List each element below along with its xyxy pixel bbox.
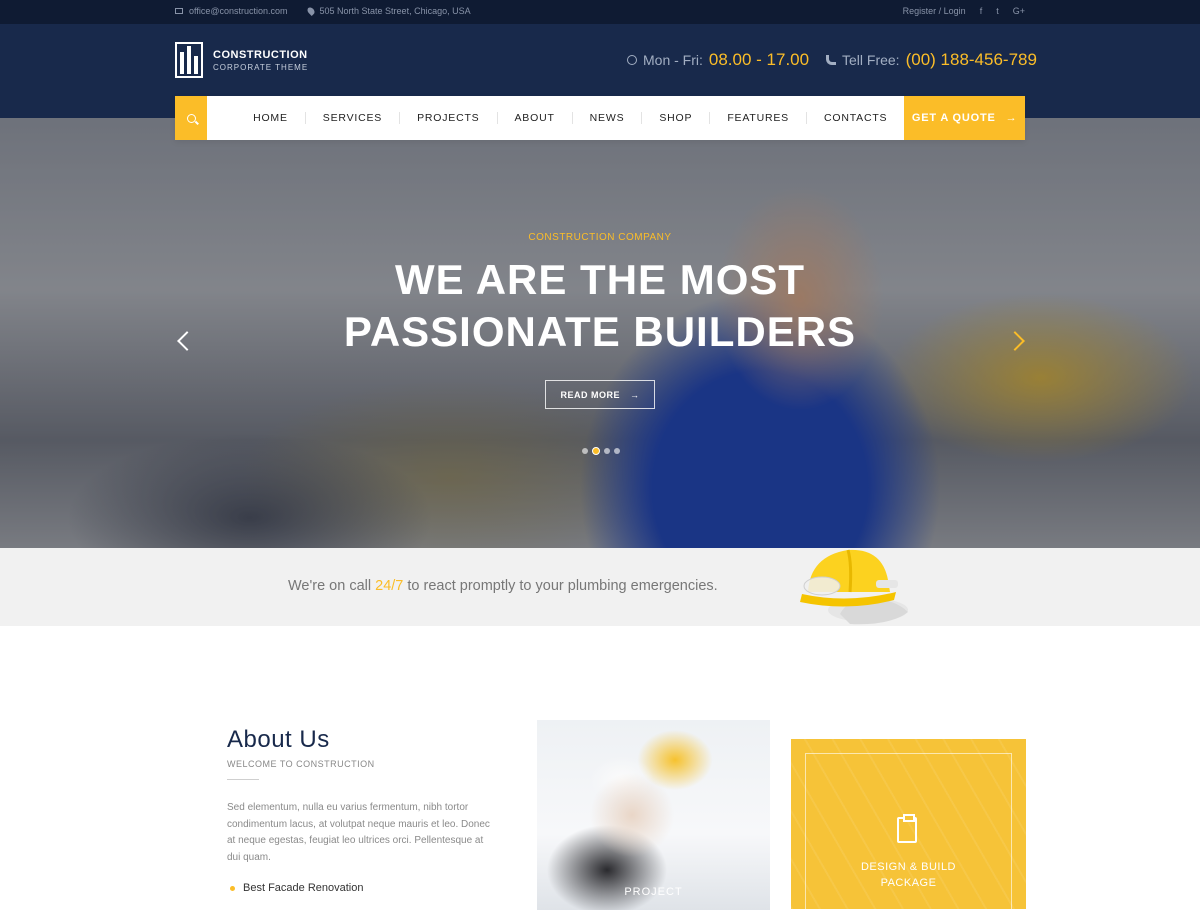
hard-hat-icon	[800, 549, 908, 625]
get-a-quote-button[interactable]: GET A QUOTE →	[904, 96, 1025, 140]
search-icon	[186, 113, 196, 123]
slider-dots	[582, 447, 620, 455]
hero-slider: CONSTRUCTION COMPANY WE ARE THE MOST PAS…	[0, 118, 1200, 548]
address-info: 505 North State Street, Chicago, USA	[305, 6, 471, 16]
read-more-label: READ MORE	[560, 389, 620, 400]
envelope-icon	[175, 8, 183, 14]
nav-item-home[interactable]: HOME	[233, 112, 305, 124]
get-a-quote-label: GET A QUOTE	[911, 112, 996, 124]
nav-item-news[interactable]: NEWS	[571, 112, 642, 124]
clock-icon	[627, 55, 637, 65]
main-navigation: HOME SERVICES PROJECTS ABOUT NEWS SHOP F…	[175, 96, 1025, 140]
arrow-right-icon: →	[1005, 112, 1018, 124]
about-title: About Us	[227, 726, 330, 753]
hours-label: Mon - Fri:	[643, 52, 703, 68]
email-info[interactable]: office@construction.com	[175, 6, 288, 16]
twitter-icon[interactable]: t	[996, 6, 999, 16]
emergency-strip: We're on call 24/7 to react promptly to …	[0, 548, 1200, 626]
list-item: Best Facade Renovation	[230, 882, 363, 894]
slider-dot[interactable]	[582, 448, 588, 454]
register-login-link[interactable]: Register / Login	[903, 6, 966, 16]
nav-item-shop[interactable]: SHOP	[641, 112, 709, 124]
working-hours: Mon - Fri: 08.00 - 17.00	[627, 50, 809, 70]
phone-info: Tell Free: (00) 188-456-789	[826, 50, 1037, 70]
about-subtitle: WELCOME TO CONSTRUCTION	[227, 759, 375, 769]
logo[interactable]: CONSTRUCTION CORPORATE THEME	[175, 42, 308, 78]
read-more-button[interactable]: READ MORE →	[545, 380, 655, 409]
emergency-highlight: 24/7	[375, 578, 404, 594]
phone-value[interactable]: (00) 188-456-789	[906, 50, 1037, 70]
logo-building-icon	[175, 42, 203, 78]
slider-dot[interactable]	[614, 448, 620, 454]
nav-item-about[interactable]: ABOUT	[496, 112, 572, 124]
slider-dot[interactable]	[604, 448, 610, 454]
list-item-label: Best Facade Renovation	[243, 882, 364, 894]
hero-eyebrow: CONSTRUCTION COMPANY	[528, 232, 672, 243]
nav-item-features[interactable]: FEATURES	[709, 112, 806, 124]
nav-item-contacts[interactable]: CONTACTS	[805, 112, 904, 124]
address-text: 505 North State Street, Chicago, USA	[319, 6, 471, 16]
nav-item-services[interactable]: SERVICES	[304, 112, 399, 124]
divider	[227, 779, 259, 780]
email-text[interactable]: office@construction.com	[189, 6, 288, 16]
slider-dot[interactable]	[592, 447, 600, 455]
phone-icon	[826, 55, 836, 65]
project-card[interactable]: PROJECT	[537, 720, 770, 910]
facebook-icon[interactable]: f	[980, 6, 983, 16]
project-card-label: PROJECT	[624, 886, 683, 898]
logo-subtitle: CORPORATE THEME	[213, 62, 309, 72]
phone-label: Tell Free:	[842, 52, 900, 68]
hero-title-line-2: PASSIONATE BUILDERS	[343, 308, 857, 355]
map-pin-icon	[305, 6, 316, 16]
design-build-card[interactable]: DESIGN & BUILD PACKAGE	[791, 739, 1026, 909]
nav-menu: HOME SERVICES PROJECTS ABOUT NEWS SHOP F…	[207, 96, 904, 140]
nav-item-projects[interactable]: PROJECTS	[399, 112, 496, 124]
bullet-icon	[230, 885, 235, 891]
about-body: Sed elementum, nulla eu varius fermentum…	[227, 802, 490, 863]
logo-title: CONSTRUCTION	[213, 48, 308, 61]
top-bar: office@construction.com 505 North State …	[0, 0, 1200, 24]
hero-title-line-1: WE ARE THE MOST	[394, 256, 806, 303]
clipboard-icon	[897, 814, 917, 843]
search-button[interactable]	[175, 96, 208, 140]
arrow-right-icon: →	[630, 389, 640, 400]
emergency-message: We're on call 24/7 to react promptly to …	[288, 578, 718, 594]
google-plus-icon[interactable]: G+	[1013, 6, 1025, 16]
design-build-label: DESIGN & BUILD PACKAGE	[860, 861, 957, 889]
hours-value: 08.00 - 17.00	[708, 50, 810, 69]
